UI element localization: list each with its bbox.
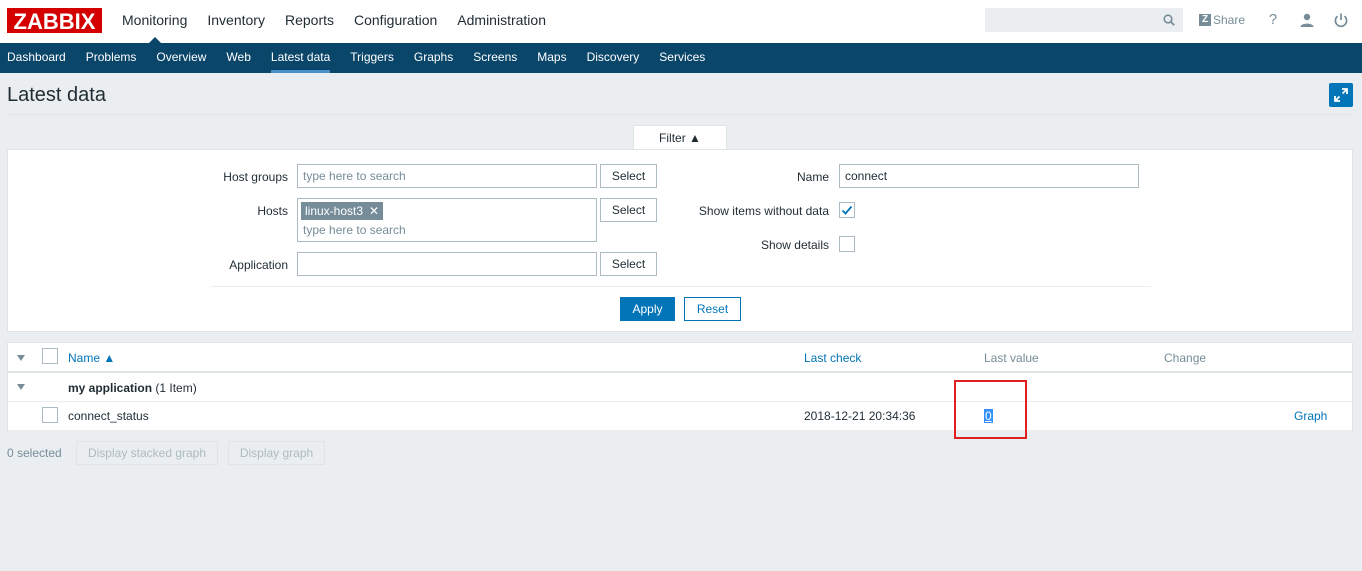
sub-nav-maps[interactable]: Maps (527, 43, 576, 73)
sub-nav-problems[interactable]: Problems (76, 43, 147, 73)
host-groups-label: Host groups (223, 170, 288, 184)
display-graph-button[interactable]: Display graph (228, 441, 325, 465)
sub-nav-dashboard[interactable]: Dashboard (0, 43, 76, 73)
display-stacked-graph-button[interactable]: Display stacked graph (76, 441, 218, 465)
host-tag-label: linux-host3 (305, 204, 364, 218)
main-navigation: Monitoring Inventory Reports Configurati… (112, 0, 556, 43)
application-group-label: my application (1 Item) (68, 381, 197, 395)
host-groups-input[interactable] (297, 164, 597, 188)
name-label: Name (796, 170, 829, 184)
main-nav-monitoring[interactable]: Monitoring (112, 0, 197, 43)
top-header: ZABBIX Monitoring Inventory Reports Conf… (0, 0, 1362, 43)
fullscreen-button[interactable] (1329, 83, 1353, 107)
item-last-check: 2018-12-21 20:34:36 (804, 409, 916, 423)
zabbix-logo[interactable]: ZABBIX (7, 8, 102, 34)
filter-separator (211, 286, 1151, 287)
title-divider (7, 114, 1352, 115)
application-select-button[interactable]: Select (600, 252, 657, 276)
show-items-without-data-label: Show items without data (698, 204, 829, 218)
show-details-label: Show details (760, 238, 829, 252)
main-nav-configuration[interactable]: Configuration (344, 0, 447, 43)
reset-button[interactable]: Reset (684, 297, 741, 321)
filter-panel: Host groups Select Hosts linux-host3 ✕ S… (7, 149, 1353, 332)
application-group-row: my application (1 Item) (8, 373, 1352, 402)
table-header: Name ▲ Last check Last value Change (8, 343, 1352, 373)
main-nav-reports[interactable]: Reports (275, 0, 344, 43)
column-change: Change (1164, 351, 1207, 365)
hosts-select-button[interactable]: Select (600, 198, 657, 222)
column-last-check[interactable]: Last check (804, 351, 861, 365)
main-nav-inventory[interactable]: Inventory (197, 0, 275, 43)
sub-nav-web[interactable]: Web (216, 43, 260, 73)
hosts-search-input[interactable] (298, 220, 588, 240)
host-tag: linux-host3 ✕ (301, 202, 384, 220)
latest-data-table: Name ▲ Last check Last value Change my a… (7, 342, 1353, 431)
column-name[interactable]: Name ▲ (68, 351, 115, 365)
fullscreen-icon (1334, 88, 1348, 102)
sub-nav-graphs[interactable]: Graphs (404, 43, 463, 73)
checkmark-icon (841, 205, 853, 215)
sub-nav-overview[interactable]: Overview (146, 43, 216, 73)
select-all-checkbox[interactable] (42, 348, 58, 364)
share-link[interactable]: Z Share (1199, 13, 1245, 27)
share-z-icon: Z (1199, 14, 1211, 26)
application-input[interactable] (297, 252, 597, 276)
name-input[interactable] (839, 164, 1139, 188)
selected-count: 0 selected (7, 446, 62, 460)
page-title: Latest data (7, 84, 106, 106)
sign-out-icon[interactable] (1333, 12, 1349, 28)
show-items-without-data-checkbox[interactable] (839, 202, 855, 218)
sub-nav-latest-data[interactable]: Latest data (261, 43, 340, 73)
global-search-input[interactable] (986, 9, 1156, 31)
annotation-highlight-box (954, 380, 1027, 439)
user-profile-icon[interactable] (1299, 12, 1315, 28)
show-details-checkbox[interactable] (839, 236, 855, 252)
remove-tag-icon[interactable]: ✕ (369, 202, 379, 220)
collapse-all-icon[interactable] (17, 355, 25, 361)
filter-tab[interactable]: Filter ▲ (633, 125, 727, 150)
share-label: Share (1213, 13, 1246, 27)
table-row: connect_status 2018-12-21 20:34:36 0 Gra… (8, 402, 1352, 431)
hosts-label: Hosts (257, 204, 288, 218)
application-name: my application (68, 381, 153, 395)
collapse-group-icon[interactable] (17, 384, 25, 390)
host-groups-select-button[interactable]: Select (600, 164, 657, 188)
global-search (985, 8, 1183, 32)
row-checkbox[interactable] (42, 407, 58, 423)
sub-nav-services[interactable]: Services (649, 43, 715, 73)
hosts-multiselect[interactable]: linux-host3 ✕ (297, 198, 597, 242)
search-icon[interactable] (1163, 14, 1175, 26)
main-nav-administration[interactable]: Administration (447, 0, 556, 43)
graph-link[interactable]: Graph (1294, 409, 1327, 423)
item-name: connect_status (68, 409, 149, 423)
sub-nav-triggers[interactable]: Triggers (340, 43, 404, 73)
application-item-count: (1 Item) (155, 381, 197, 395)
help-icon[interactable]: ? (1266, 11, 1280, 29)
column-last-value: Last value (984, 351, 1039, 365)
apply-button[interactable]: Apply (620, 297, 675, 321)
application-label: Application (229, 258, 288, 272)
sub-nav-discovery[interactable]: Discovery (577, 43, 650, 73)
sub-navigation: Dashboard Problems Overview Web Latest d… (0, 43, 1362, 73)
sub-nav-screens[interactable]: Screens (463, 43, 527, 73)
